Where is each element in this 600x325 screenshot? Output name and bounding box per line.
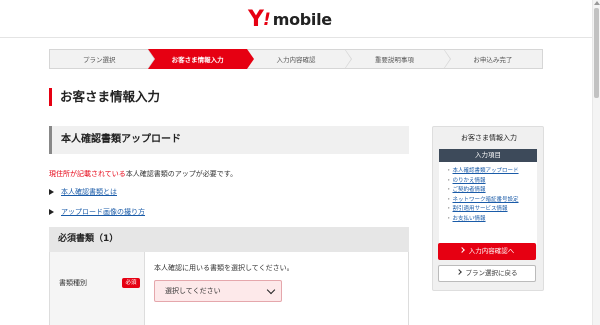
section-heading-id-upload: 本人確認書類アップロード [49,126,409,154]
bullet: ・ [446,196,452,203]
step-arrow-fill [148,50,155,68]
chevron-right-icon [458,247,465,253]
upload-notice: 現住所が記載されている本人確認書類のアップが必要です。 [49,169,237,179]
page-title: お客さま情報入力 [49,88,160,106]
sidebar-item-label: お支払い情報 [452,215,486,222]
triangle-right-icon [49,209,54,215]
step-label: プラン選択 [82,56,116,64]
bullet: ・ [446,168,452,174]
form-label-cell: 書類種別 必須 [50,252,145,325]
chevron-right-icon [455,269,462,275]
bullet: ・ [446,215,452,222]
back-button-label: プラン選択に戻る [465,269,518,277]
step-customer-info: お客さま情報入力 [148,49,254,69]
bullet: ・ [446,177,452,184]
step-confirm: 入力内容確認 [246,49,353,69]
document-type-description: 本人確認に用いる書類を選択してください。 [154,264,294,272]
sidebar-item-mnp[interactable]: ・のりかえ情報 [446,177,537,187]
page-scrollbar[interactable] [592,0,600,325]
step-important-notes: 重要説明事項 [345,49,451,69]
step-plan-select: プラン選択 [49,49,156,69]
confirm-button-label: 入力内容確認へ [468,247,515,255]
sidebar-item-id-upload[interactable]: ・本人確認書類アップロード [446,167,537,177]
progress-steps: プラン選択 お客さま情報入力 入力内容確認 重要説明事項 お申込み完了 [49,49,544,69]
link-id-documents[interactable]: 本人確認書類とは [61,187,117,197]
back-to-plan-button[interactable]: プラン選択に戻る [438,265,536,282]
sidebar-title: お客さま情報入力 [461,134,517,142]
document-type-label: 書類種別 [59,279,87,287]
step-arrow-fill [345,50,352,68]
confirm-input-button[interactable]: 入力内容確認へ [438,243,536,260]
ymobile-logo[interactable]: Y ! mobile [248,9,332,31]
link-row-photo-guide[interactable]: アップロード画像の撮り方 [49,207,145,217]
bullet: ・ [446,206,452,212]
step-label: お客さま情報入力 [171,56,224,64]
triangle-right-icon [49,189,54,195]
required-docs-heading: 必須書類（1） [49,227,409,252]
sidebar-item-network-pin[interactable]: ・ネットワーク暗証番号設定 [446,196,537,206]
step-label: お申込み完了 [473,56,513,64]
sidebar-input-items: 入力項目 ・本人確認書類アップロード ・のりかえ情報 ・ご契約者情報 ・ネットワ… [439,149,537,245]
sidebar-item-label: 本人確認書類アップロード [452,168,519,174]
sidebar-item-contractor[interactable]: ・ご契約者情報 [446,186,537,196]
notice-text: 本人確認書類のアップが必要です。 [125,170,238,178]
step-label: 重要説明事項 [374,56,414,64]
logo-wordmark: mobile [272,10,332,29]
step-label: 入力内容確認 [276,56,316,64]
site-header: Y ! mobile [0,0,600,38]
link-row-id-docs[interactable]: 本人確認書類とは [49,187,117,197]
step-complete: お申込み完了 [443,49,544,69]
sidebar-item-label: ネットワーク暗証番号設定 [452,196,519,203]
bullet: ・ [446,187,452,193]
sidebar-item-payment[interactable]: ・お支払い情報 [446,215,537,225]
scrollbar-thumb[interactable] [594,8,599,98]
required-badge: 必須 [122,278,140,288]
notice-highlight: 現住所が記載されている [49,170,126,178]
step-arrow-fill [246,50,253,68]
sidebar-item-label: 割引適用サービス情報 [452,206,508,212]
document-type-row: 書類種別 必須 本人確認に用いる書類を選択してください。 選択してください [49,252,409,325]
select-value: 選択してください [165,287,221,295]
chevron-down-icon [266,285,276,295]
logo-y-mark: Y [248,7,264,32]
sidebar-item-discount[interactable]: ・割引適用サービス情報 [446,205,537,215]
document-type-select[interactable]: 選択してください [154,280,282,302]
scroll-up-arrow-icon[interactable] [594,1,600,5]
sidebar-list: ・本人確認書類アップロード ・のりかえ情報 ・ご契約者情報 ・ネットワーク暗証番… [439,162,537,224]
logo-exclamation: ! [262,10,271,30]
sidebar-item-label: ご契約者情報 [452,187,486,193]
sidebar-item-label: のりかえ情報 [452,177,486,184]
step-arrow-fill [443,50,450,68]
link-photo-guide[interactable]: アップロード画像の撮り方 [61,207,145,217]
sidebar-list-header: 入力項目 [439,149,537,162]
